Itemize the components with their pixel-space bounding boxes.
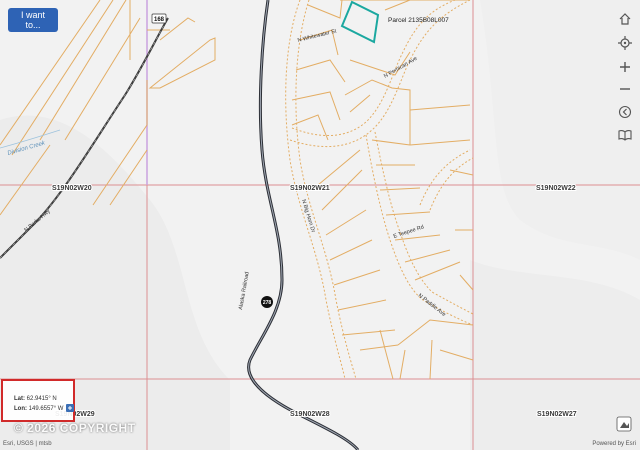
home-button[interactable] [616,10,634,28]
coordinate-settings-icon[interactable] [65,403,75,413]
overview-map-icon[interactable] [616,416,632,432]
latitude-value: 62.9415° N [26,396,57,402]
locate-button[interactable] [616,34,634,52]
locate-icon [618,36,632,50]
book-icon [618,130,632,141]
section-label-27: S19N02W27 [537,411,577,418]
zoom-in-icon [620,62,630,72]
longitude-value: 149.6557° W [28,406,64,412]
section-label-20: S19N02W20 [52,185,92,192]
latitude-line: Lat: 62.9415° N [14,396,57,402]
longitude-line: Lon: 149.6557° W [14,406,64,412]
svg-text:168: 168 [154,17,165,23]
back-icon [618,105,632,119]
coordinate-readout: Lat: 62.9415° N Lon: 149.6557° W [1,379,75,422]
copyright-watermark: © 2026 COPYRIGHT [14,421,136,435]
section-label-22: S19N02W22 [536,185,576,192]
home-icon [619,13,631,25]
route-278-shield: 278 [261,296,273,308]
zoom-in-button[interactable] [616,58,634,76]
parcel-label: Parcel 2135B08L007 [388,17,449,24]
map-canvas[interactable]: 168 278 Parcel 2135B08L007 N Whitewater … [0,0,640,450]
bookmarks-button[interactable] [616,126,634,144]
powered-by-text: Powered by Esri [592,441,636,447]
attribution-text: Esri, USGS | mtsb [3,441,52,447]
section-label-28: S19N02W28 [290,411,330,418]
zoom-out-icon [620,88,630,90]
zoom-out-button[interactable] [616,80,634,98]
svg-text:278: 278 [263,300,272,306]
section-label-21: S19N02W21 [290,185,330,192]
back-button[interactable] [616,103,634,121]
route-168-shield: 168 [151,13,167,24]
i-want-to-button[interactable]: I want to... [8,8,58,32]
